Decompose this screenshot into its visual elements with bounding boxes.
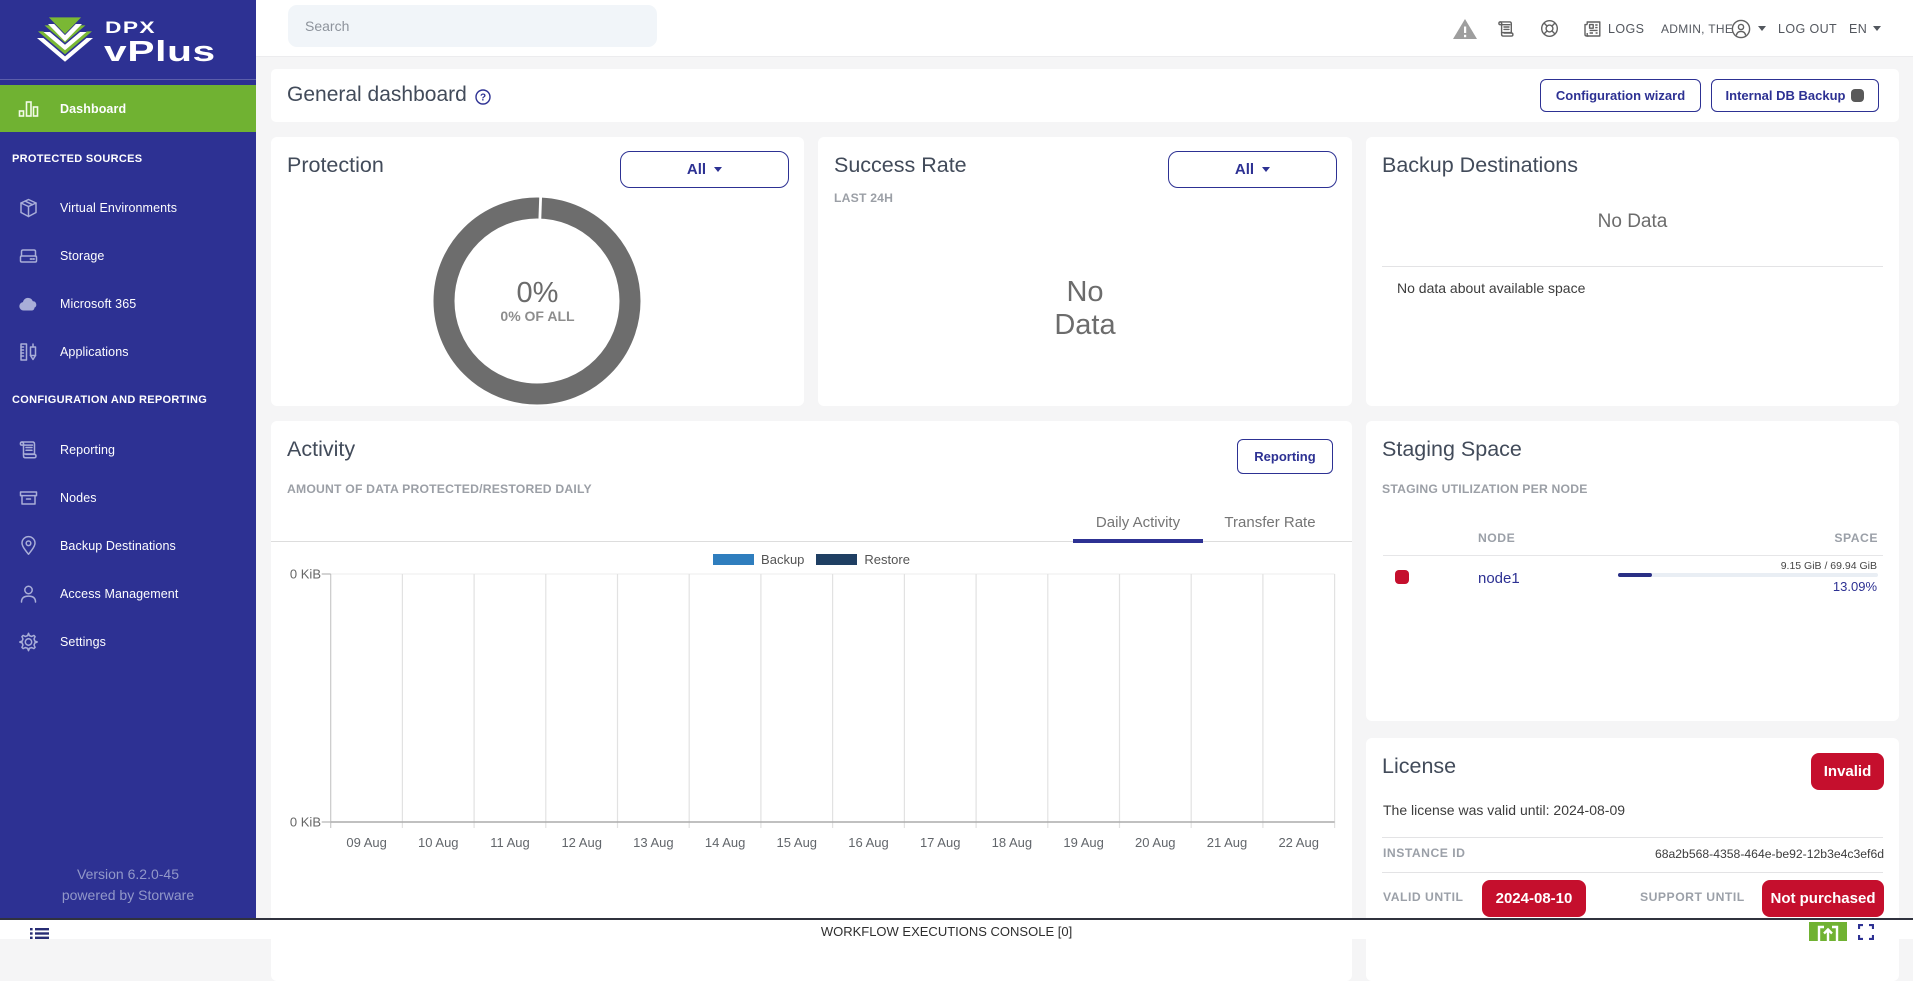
svg-text:19 Aug: 19 Aug: [1063, 835, 1104, 850]
svg-text:0 KiB: 0 KiB: [290, 567, 321, 582]
svg-text:15 Aug: 15 Aug: [777, 835, 818, 850]
svg-text:17 Aug: 17 Aug: [920, 835, 961, 850]
svg-text:11 Aug: 11 Aug: [490, 835, 530, 850]
svg-text:?: ?: [480, 93, 486, 104]
svg-text:22 Aug: 22 Aug: [1278, 835, 1319, 850]
svg-text:21 Aug: 21 Aug: [1207, 835, 1248, 850]
svg-text:14 Aug: 14 Aug: [705, 835, 746, 850]
svg-text:18 Aug: 18 Aug: [992, 835, 1033, 850]
svg-text:10 Aug: 10 Aug: [418, 835, 459, 850]
svg-text:vPlus: vPlus: [104, 36, 216, 68]
svg-text:16 Aug: 16 Aug: [848, 835, 889, 850]
svg-text:DPX: DPX: [105, 19, 156, 37]
svg-text:09 Aug: 09 Aug: [346, 835, 387, 850]
svg-text:20 Aug: 20 Aug: [1135, 835, 1176, 850]
svg-text:12 Aug: 12 Aug: [561, 835, 602, 850]
svg-text:13 Aug: 13 Aug: [633, 835, 674, 850]
svg-text:0 KiB: 0 KiB: [290, 815, 321, 830]
